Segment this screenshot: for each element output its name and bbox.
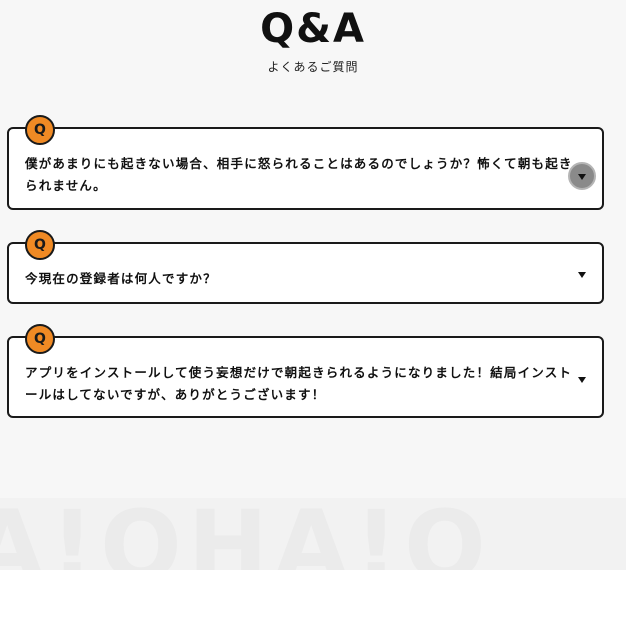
decorative-background-text: A!OHA!O (0, 498, 492, 570)
faq-question-3-line-2: ールはしてないですが、ありがとうございます！ (25, 387, 326, 402)
chevron-down-icon (578, 174, 586, 180)
faq-item-3[interactable]: Q アプリをインストールして使う妄想だけで朝起きられるようになりました！結局イン… (7, 324, 604, 418)
faq-item-2[interactable]: Q 今現在の登録者は何人ですか？ (7, 230, 604, 304)
faq-toggle-1[interactable] (568, 162, 596, 190)
faq-question-2: 今現在の登録者は何人ですか？ (25, 268, 217, 290)
q-badge: Q (25, 324, 55, 354)
faq-question-3: アプリをインストールして使う妄想だけで朝起きられるようになりました！結局インスト… (25, 362, 572, 406)
chevron-down-icon[interactable] (578, 272, 586, 278)
faq-question-1-line-1: 僕があまりにも起きない場合、相手に怒られることはあるのでしょうか？怖くて朝も起き (25, 156, 573, 171)
faq-question-3-line-1: アプリをインストールして使う妄想だけで朝起きられるようになりました！結局インスト (25, 365, 573, 380)
chevron-down-icon[interactable] (578, 377, 586, 383)
q-badge: Q (25, 230, 55, 260)
page-subtitle: よくあるご質問 (267, 60, 359, 74)
qa-page: Q&A よくあるご質問 Q 僕があまりにも起きない場合、相手に怒られることはある… (0, 0, 626, 618)
faq-question-1: 僕があまりにも起きない場合、相手に怒られることはあるのでしょうか？怖くて朝も起き… (25, 153, 573, 197)
faq-question-1-line-2: られません。 (25, 178, 107, 193)
faq-item-1[interactable]: Q 僕があまりにも起きない場合、相手に怒られることはあるのでしょうか？怖くて朝も… (7, 115, 604, 210)
q-badge: Q (25, 115, 55, 145)
faq-question-2-line-1: 今現在の登録者は何人ですか？ (25, 271, 217, 286)
page-title: Q&A (260, 6, 366, 52)
page-bottom-area (0, 570, 626, 618)
decorative-background-band: A!OHA!O (0, 498, 626, 570)
